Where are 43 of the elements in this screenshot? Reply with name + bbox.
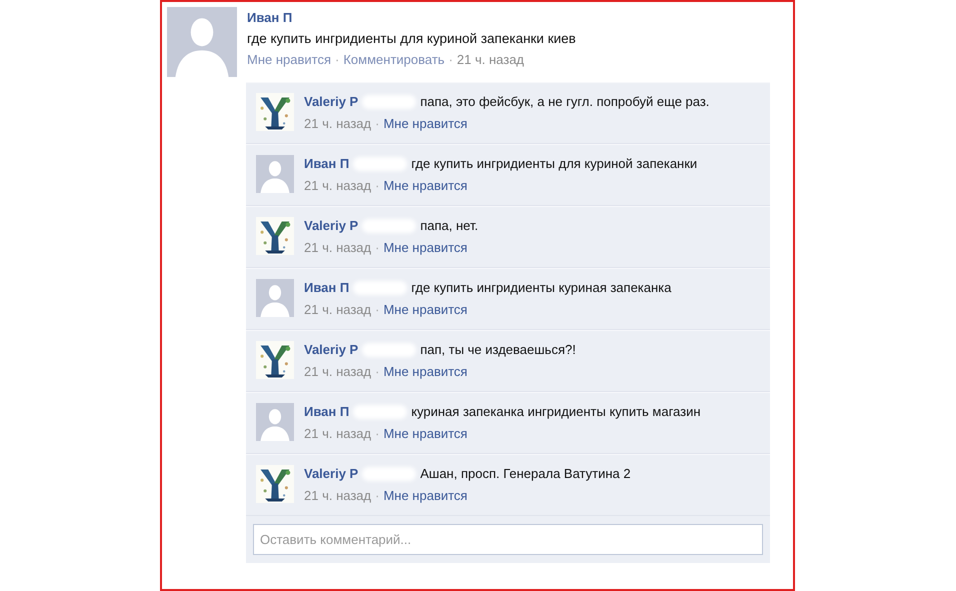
like-link[interactable]: Мне нравится — [383, 178, 468, 193]
timestamp: 21 ч. назад — [304, 178, 372, 193]
comment-text: где купить ингридиенты куриная запеканка — [411, 279, 672, 297]
separator-dot: · — [375, 426, 380, 441]
author-name[interactable]: Иван П — [304, 403, 350, 422]
author-name[interactable]: Valeriy P — [304, 217, 358, 236]
post-text: где купить ингридиенты для куриной запеканки киев — [247, 31, 576, 46]
author-name[interactable]: Иван П — [304, 279, 350, 298]
action-link[interactable]: Мне нравится — [247, 52, 332, 67]
like-link[interactable]: Мне нравится — [383, 240, 468, 255]
like-link[interactable]: Мне нравится — [383, 364, 468, 379]
separator-dot: · — [375, 178, 380, 193]
comment-text: где купить ингридиенты для куриной запеканки — [411, 155, 698, 173]
separator-dot: · — [375, 240, 380, 255]
comment-text: пап, ты че издеваешься?! — [420, 341, 577, 359]
separator-dot: · — [375, 488, 380, 503]
comment-field[interactable]: Оставить комментарий... — [253, 524, 763, 555]
separator-dot: · — [375, 116, 380, 131]
timestamp: 21 ч. назад — [304, 302, 372, 317]
author-name[interactable]: Иван П — [247, 10, 576, 25]
timestamp: 21 ч. назад — [304, 240, 372, 255]
like-link[interactable]: Мне нравится — [383, 302, 468, 317]
timestamp: 21 ч. назад — [304, 116, 372, 131]
timestamp: 21 ч. назад — [304, 488, 372, 503]
comment-text: папа, это фейсбук, а не гугл. попробуй еще раз. — [420, 93, 710, 111]
author-name[interactable]: Иван П — [304, 155, 350, 174]
separator-dot: · — [375, 302, 380, 317]
comment-text: куриная запеканка ингридиенты купить магазин — [411, 403, 702, 421]
comment-text: папа, нет. — [420, 217, 480, 235]
action-link[interactable]: Комментировать — [343, 52, 445, 67]
like-link[interactable]: Мне нравится — [383, 488, 468, 503]
timestamp: 21 ч. назад — [304, 426, 372, 441]
separator-dot: · — [375, 364, 380, 379]
timestamp: 21 ч. назад — [304, 364, 372, 379]
like-link[interactable]: Мне нравится — [383, 116, 468, 131]
author-name[interactable]: Valeriy P — [304, 93, 358, 112]
author-name[interactable]: Valeriy P — [304, 341, 358, 360]
separator-dot: · — [335, 52, 340, 67]
comment-text: Ашан, просп. Генерала Ватутина 2 — [420, 465, 632, 483]
timestamp: 21 ч. назад — [456, 52, 524, 67]
like-link[interactable]: Мне нравится — [383, 426, 468, 441]
author-name[interactable]: Valeriy P — [304, 465, 358, 484]
separator-dot: · — [448, 52, 453, 67]
